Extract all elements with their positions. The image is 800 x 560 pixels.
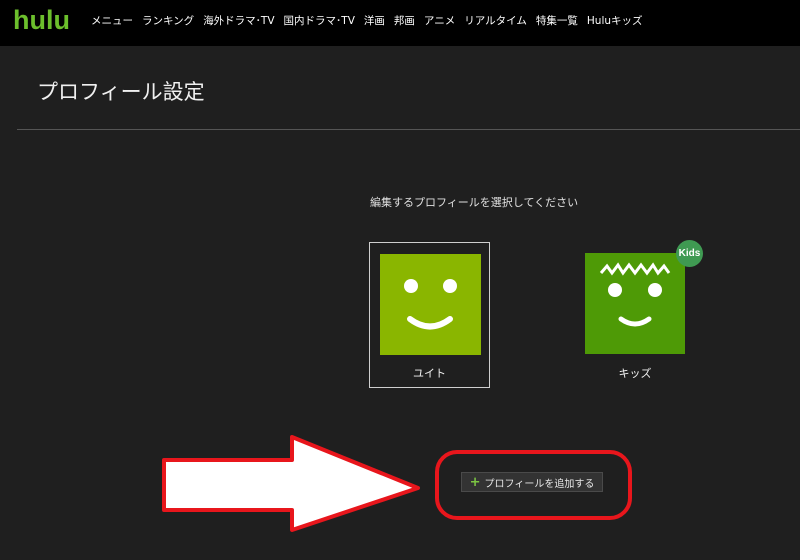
- profile-name: キッズ: [618, 367, 652, 380]
- profile-card-yuito[interactable]: ユイト: [369, 242, 490, 388]
- smiley-face-icon: [404, 279, 457, 330]
- annotation-highlight-oval: [435, 450, 632, 520]
- nav-item-japanese-movies[interactable]: 邦画: [394, 13, 415, 28]
- nav-item-overseas-drama[interactable]: 海外ドラマ･TV: [203, 13, 274, 28]
- title-divider: [17, 129, 800, 130]
- kids-badge: Kids: [676, 240, 703, 267]
- nav-item-menu[interactable]: メニュー: [91, 13, 133, 28]
- nav-item-realtime[interactable]: リアルタイム: [464, 13, 527, 28]
- nav-item-ranking[interactable]: ランキング: [142, 13, 194, 28]
- avatar: [585, 253, 685, 354]
- nav-item-anime[interactable]: アニメ: [424, 13, 455, 28]
- annotation-arrow-icon: [162, 435, 420, 532]
- kids-face-icon: [599, 262, 671, 327]
- page-title: プロフィール設定: [37, 80, 205, 104]
- profile-name: ユイト: [413, 367, 446, 380]
- nav-item-hulu-kids[interactable]: Huluキッズ: [587, 13, 643, 28]
- nav-item-western-movies[interactable]: 洋画: [364, 13, 385, 28]
- nav-item-features[interactable]: 特集一覧: [536, 13, 578, 28]
- top-nav-bar: hulu メニュー ランキング 海外ドラマ･TV 国内ドラマ･TV 洋画 邦画 …: [0, 0, 800, 46]
- main-nav: メニュー ランキング 海外ドラマ･TV 国内ドラマ･TV 洋画 邦画 アニメ リ…: [91, 13, 643, 28]
- hulu-logo[interactable]: hulu: [13, 7, 70, 34]
- profile-card-kids[interactable]: キッズ: [585, 253, 685, 393]
- avatar: [380, 254, 481, 355]
- nav-item-domestic-drama[interactable]: 国内ドラマ･TV: [284, 13, 355, 28]
- instruction-text: 編集するプロフィールを選択してください: [370, 196, 579, 209]
